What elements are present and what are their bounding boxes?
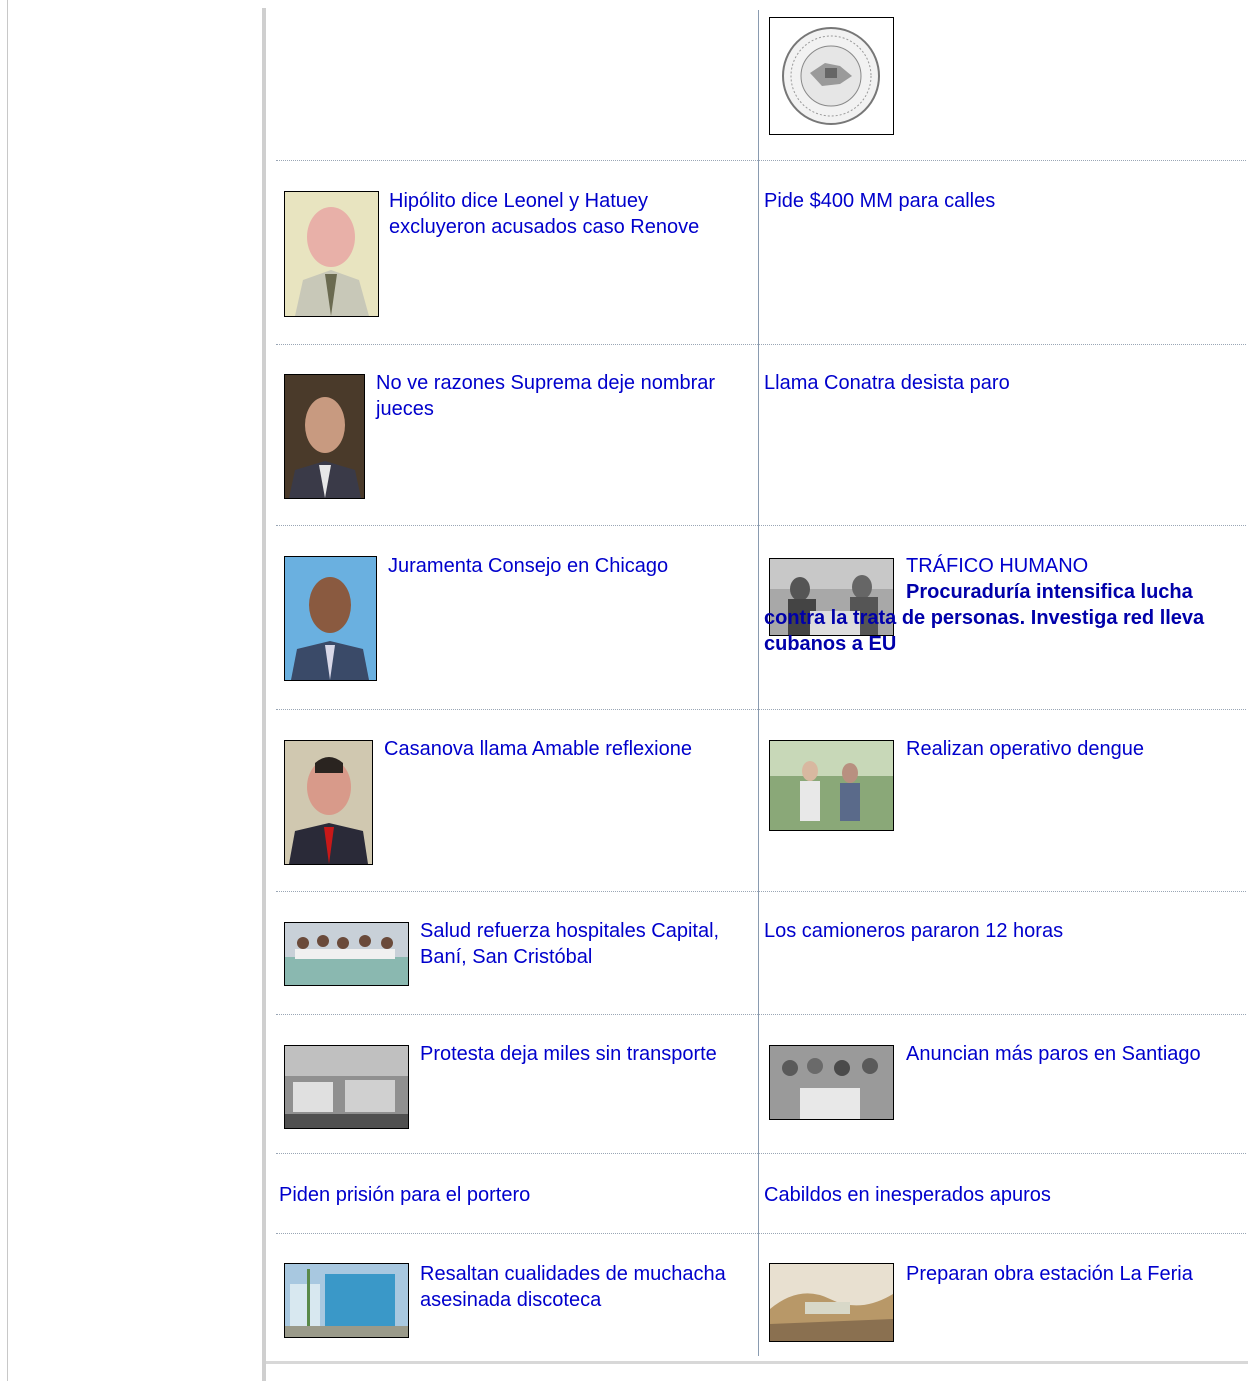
news-link[interactable]: Piden prisión para el portero bbox=[279, 1182, 739, 1208]
row-separator bbox=[276, 1014, 1246, 1015]
left-border-line bbox=[7, 0, 8, 1381]
news-link[interactable]: Cabildos en inesperados apuros bbox=[764, 1182, 1234, 1208]
seal-logo-icon bbox=[782, 27, 880, 125]
news-link[interactable]: Realizan operativo dengue bbox=[906, 736, 1236, 762]
news-link[interactable]: Salud refuerza hospitales Capital, Baní,… bbox=[420, 918, 740, 970]
portrait-icon bbox=[285, 741, 372, 864]
landscape-photo-icon bbox=[770, 1264, 893, 1341]
row-separator bbox=[276, 1233, 1246, 1234]
news-link[interactable]: Resaltan cualidades de muchacha asesinad… bbox=[420, 1261, 740, 1313]
news-link[interactable]: Juramenta Consejo en Chicago bbox=[388, 553, 748, 579]
thumbnail-image[interactable] bbox=[284, 1045, 409, 1129]
street-photo-icon bbox=[285, 1046, 408, 1128]
news-link[interactable]: Casanova llama Amable reflexione bbox=[384, 736, 734, 762]
people-photo-icon bbox=[770, 741, 893, 830]
thumbnail-image[interactable] bbox=[769, 1263, 894, 1342]
thumbnail-image[interactable] bbox=[769, 1045, 894, 1120]
news-link[interactable]: Pide $400 MM para calles bbox=[764, 188, 1234, 214]
thumbnail-image[interactable] bbox=[769, 740, 894, 831]
bottom-rule bbox=[266, 1361, 1248, 1364]
building-photo-icon bbox=[285, 1264, 408, 1337]
news-headline-bold: Procuraduría intensifica lucha contra la… bbox=[764, 581, 1205, 655]
thumbnail-image[interactable] bbox=[284, 191, 379, 317]
portrait-icon bbox=[285, 557, 376, 680]
group-photo-icon bbox=[770, 1046, 893, 1119]
portrait-icon bbox=[285, 375, 364, 498]
row-separator bbox=[276, 1153, 1246, 1154]
news-item-trafico[interactable]: TRÁFICO HUMANO Procuraduría intensifica … bbox=[764, 553, 1240, 657]
news-link[interactable]: Hipólito dice Leonel y Hatuey excluyeron… bbox=[389, 188, 739, 240]
row-separator bbox=[276, 160, 1246, 161]
thumbnail-image[interactable] bbox=[284, 922, 409, 986]
news-link[interactable]: Preparan obra estación La Feria bbox=[906, 1261, 1236, 1287]
news-link[interactable]: Anuncian más paros en Santiago bbox=[906, 1041, 1236, 1067]
row-separator bbox=[276, 525, 1246, 526]
row-separator bbox=[276, 709, 1246, 710]
thumbnail-image[interactable] bbox=[284, 1263, 409, 1338]
portrait-icon bbox=[285, 192, 378, 316]
news-link[interactable]: Protesta deja miles sin transporte bbox=[420, 1041, 740, 1067]
group-photo-icon bbox=[285, 923, 408, 985]
row-separator bbox=[276, 344, 1246, 345]
news-kicker: TRÁFICO HUMANO bbox=[906, 555, 1089, 577]
sidebar-divider bbox=[262, 8, 266, 1381]
thumbnail-image[interactable] bbox=[284, 740, 373, 865]
thumbnail-image[interactable] bbox=[284, 556, 377, 681]
column-divider bbox=[758, 10, 759, 1356]
news-link[interactable]: No ve razones Suprema deje nombrar juece… bbox=[376, 370, 736, 422]
news-link[interactable]: Los camioneros pararon 12 horas bbox=[764, 918, 1234, 944]
news-link[interactable]: Llama Conatra desista paro bbox=[764, 370, 1234, 396]
seal-logo[interactable] bbox=[769, 17, 894, 135]
row-separator bbox=[276, 891, 1246, 892]
thumbnail-image[interactable] bbox=[284, 374, 365, 499]
